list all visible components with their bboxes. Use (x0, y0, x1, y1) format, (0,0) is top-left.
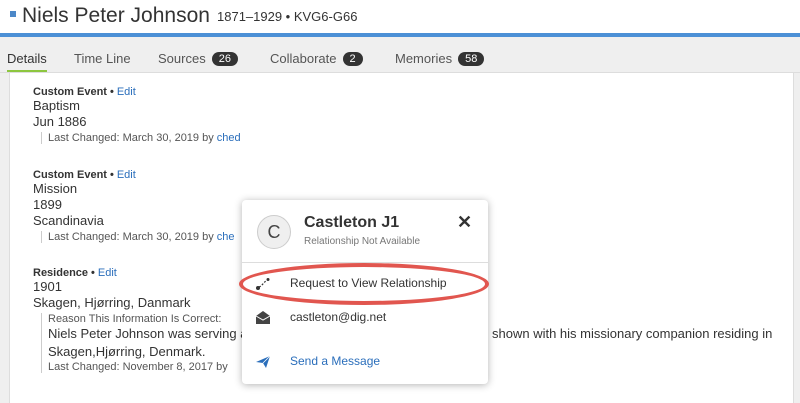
tab-details[interactable]: Details (7, 51, 47, 72)
reason-text-right: shown with his missionary companion resi… (492, 326, 773, 341)
event-title: Custom Event • Edit (33, 86, 136, 98)
last-changed: Last Changed: March 30, 2019 by ched (41, 132, 241, 144)
email-address: castleton@dig.net (290, 310, 387, 324)
edit-link[interactable]: Edit (117, 169, 136, 181)
tab-bar: Details Time Line Sources 26 Collaborate 2… (0, 37, 800, 73)
request-relationship-label: Request to View Relationship (290, 276, 447, 290)
event-line: Scandinavia (33, 213, 104, 228)
event-line: Mission (33, 181, 78, 196)
user-popover: C Castleton J1 Relationship Not Availabl… (242, 200, 488, 384)
event-title: Custom Event • Edit (33, 169, 136, 181)
envelope-icon (255, 311, 271, 324)
event-type-label: Custom Event (33, 169, 107, 181)
person-lifespan-id: 1871–1929 • KVG6-G66 (217, 9, 358, 24)
tab-time-line-label: Time Line (74, 51, 131, 66)
send-message-label: Send a Message (290, 354, 381, 368)
event-line: Jun 1886 (33, 114, 87, 129)
last-changed-text: Last Changed: March 30, 2019 by (48, 132, 214, 144)
paper-plane-icon (256, 355, 271, 368)
edit-link[interactable]: Edit (117, 86, 136, 98)
sex-marker-icon (10, 11, 16, 17)
tab-memories[interactable]: Memories 58 (395, 51, 485, 66)
event-type-label: Custom Event (33, 86, 107, 98)
collaborate-count-badge: 2 (342, 52, 363, 66)
tab-sources-label: Sources (158, 51, 206, 66)
last-changed-text: Last Changed: March 30, 2019 by (48, 231, 214, 243)
divider (242, 262, 488, 263)
user-link[interactable]: che (217, 231, 235, 243)
event-line: 1899 (33, 197, 62, 212)
edit-link[interactable]: Edit (98, 267, 117, 279)
user-link[interactable]: ched (217, 132, 241, 144)
relationship-icon (256, 278, 270, 290)
event-type-label: Residence (33, 267, 89, 279)
memories-count-badge: 58 (458, 52, 485, 66)
tab-collaborate-label: Collaborate (270, 51, 337, 66)
reason-text-left: Niels Peter Johnson was serving a (48, 326, 248, 341)
tab-time-line[interactable]: Time Line (74, 51, 131, 66)
event-baptism: Custom Event • Edit Baptism Jun 1886 Last … (33, 86, 241, 144)
event-mission: Custom Event • Edit Mission 1899 Scandinav… (33, 169, 235, 243)
send-message-button[interactable]: Send a Message (242, 351, 488, 373)
close-icon[interactable]: ✕ (457, 212, 472, 233)
event-line: Baptism (33, 98, 80, 113)
avatar: C (257, 215, 291, 249)
last-changed-text: Last Changed: November 8, 2017 by (48, 361, 228, 373)
request-relationship-button[interactable]: Request to View Relationship (242, 273, 488, 295)
tab-memories-label: Memories (395, 51, 453, 66)
tab-collaborate[interactable]: Collaborate 2 (270, 51, 363, 66)
tab-details-label: Details (7, 51, 47, 66)
last-changed: Last Changed: March 30, 2019 by che (41, 231, 235, 243)
person-header: Niels Peter Johnson 1871–1929 • KVG6-G66 (0, 0, 800, 33)
relationship-status: Relationship Not Available (304, 236, 421, 247)
person-name: Niels Peter Johnson (22, 4, 210, 27)
email-row[interactable]: castleton@dig.net (242, 307, 488, 329)
sources-count-badge: 26 (211, 52, 238, 66)
tab-sources[interactable]: Sources 26 (158, 51, 238, 66)
popover-user-name: Castleton J1 (304, 214, 400, 231)
